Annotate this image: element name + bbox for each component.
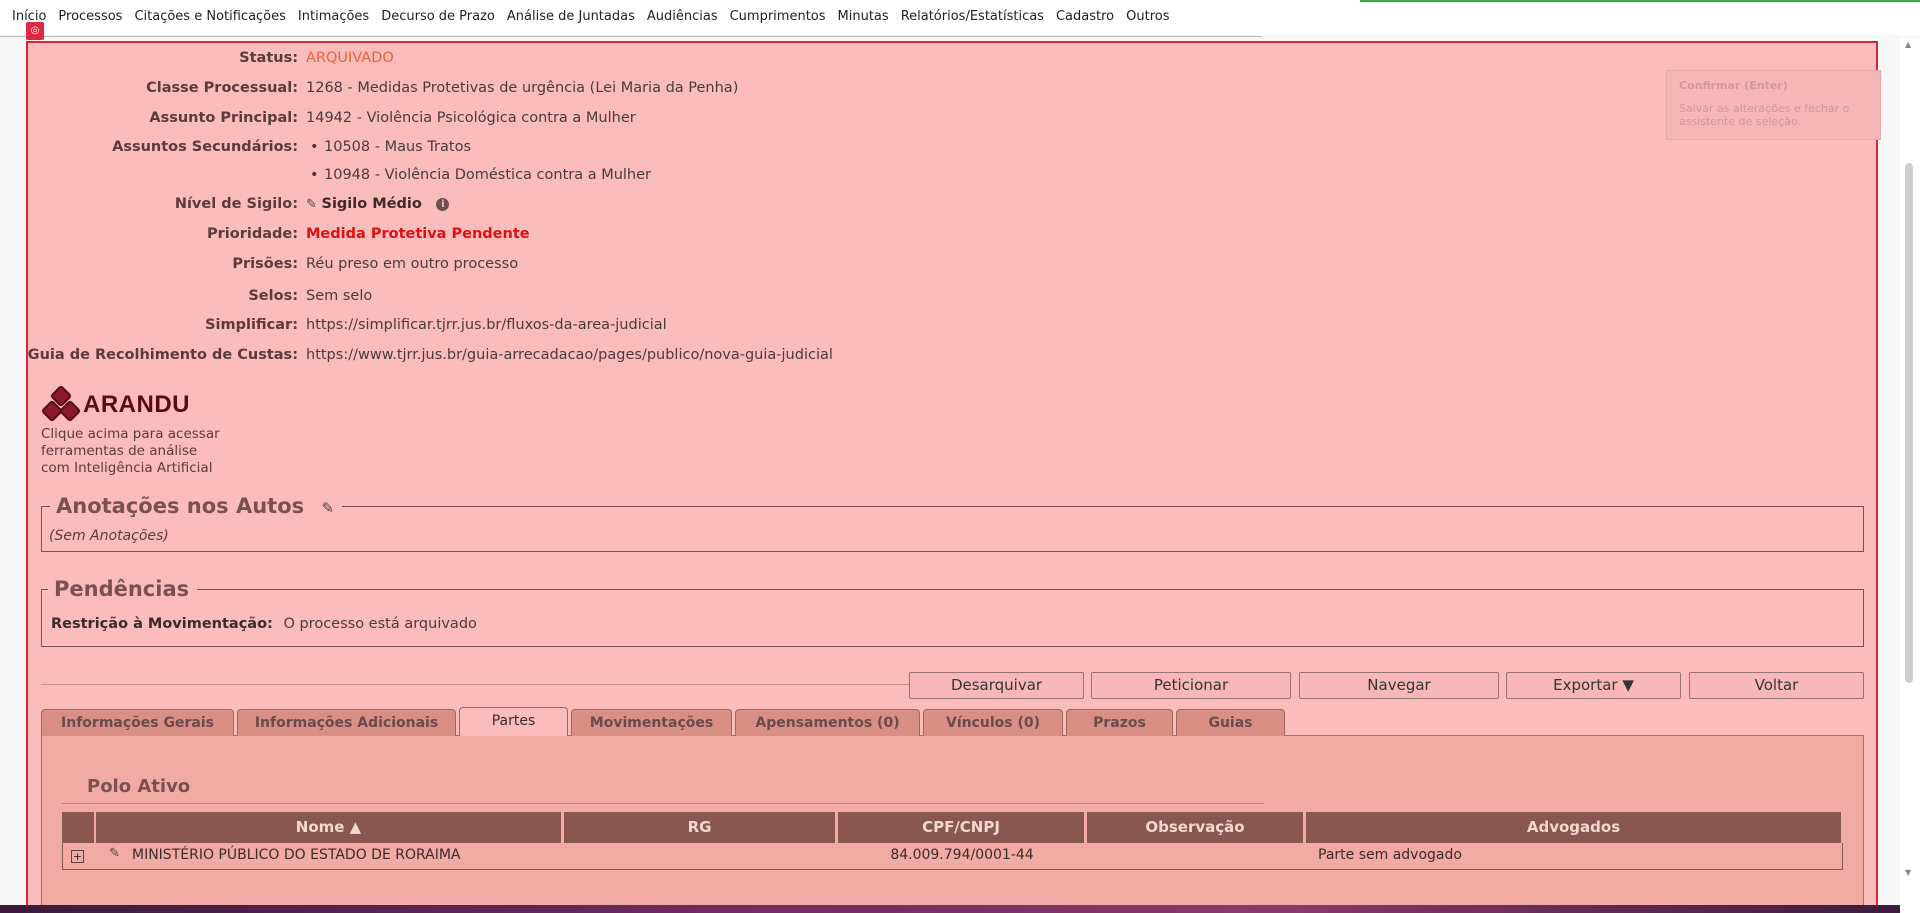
simplificar-label: Simplificar: [205,317,298,333]
simplificar-link[interactable]: https://simplificar.tjrr.jus.br/fluxos-d… [306,317,667,333]
voltar-button[interactable]: Voltar [1689,672,1864,699]
menu-cadastro[interactable]: Cadastro [1050,9,1120,24]
tab-apensamentos[interactable]: Apensamentos (0) [735,709,920,736]
navegar-button[interactable]: Navegar [1299,672,1499,699]
exportar-button[interactable]: Exportar ▼ [1506,672,1681,699]
classe-label: Classe Processual: [146,80,298,96]
sigilo-label: Nível de Sigilo: [174,196,298,212]
vertical-scrollbar[interactable]: ▲ ▼ [1900,38,1920,913]
top-menu-bar: Início Processos Citações e Notificações… [0,0,1920,37]
anotacoes-title: Anotações nos Autos [56,494,305,518]
assunto-label: Assunto Principal: [149,110,298,126]
polo-divider [62,803,1264,804]
edit-pencil-icon[interactable]: ✎ [306,197,317,212]
menu-processos[interactable]: Processos [52,9,128,24]
arandu-caption: Clique acima para acessar ferramentas de… [41,426,220,477]
caption-line: com Inteligência Artificial [41,460,213,476]
arandu-brand: ARANDU [83,391,190,418]
scroll-down-icon[interactable]: ▼ [1905,868,1911,877]
restricao-label: Restrição à Movimentação: [51,616,273,632]
anotacoes-title-wrap: Anotações nos Autos ✎ [50,494,343,518]
menu-analise[interactable]: Análise de Juntadas [501,9,641,24]
guia-label: Guia de Recolhimento de Custas: [27,347,298,363]
sigilo-row: ✎ Sigilo Médio i [306,196,450,212]
party-advogados: Parte sem advogado [1318,847,1462,863]
loading-indicator [1360,0,1920,2]
col-nome[interactable]: Nome ▲ [96,812,561,843]
tab-informacoes-adicionais[interactable]: Informações Adicionais [237,709,456,736]
tab-guias[interactable]: Guias [1176,709,1285,736]
menu-cumprimentos[interactable]: Cumprimentos [724,9,832,24]
status-value: ARQUIVADO [306,50,394,66]
party-cpf: 84.009.794/0001-44 [890,847,1034,863]
guia-link[interactable]: https://www.tjrr.jus.br/guia-arrecadacao… [306,347,833,363]
table-row[interactable]: + ✎ MINISTÉRIO PÚBLICO DO ESTADO DE RORA… [62,843,1843,870]
caption-line: ferramentas de análise [41,443,198,459]
restricao-value: O processo está arquivado [283,616,477,632]
table-corner [62,812,94,843]
col-cpf[interactable]: CPF/CNPJ [838,812,1084,843]
edit-pencil-icon[interactable]: ✎ [321,499,334,517]
menu-decurso[interactable]: Decurso de Prazo [375,9,501,24]
info-icon[interactable]: i [436,197,450,211]
list-item: 10508 - Maus Tratos [306,139,651,167]
col-advogados[interactable]: Advogados [1306,812,1841,843]
main-menu: Início Processos Citações e Notificações… [6,9,1175,24]
pendencias-title: Pendências [48,577,198,601]
target-icon[interactable]: ◎ [26,22,44,40]
hexagon-logo-icon [40,384,82,424]
tab-informacoes-gerais[interactable]: Informações Gerais [41,709,234,736]
edit-pencil-icon[interactable]: ✎ [109,846,120,861]
polo-ativo-title: Polo Ativo [87,776,191,797]
col-rg[interactable]: RG [564,812,835,843]
tab-partes[interactable]: Partes [459,707,568,736]
scroll-up-icon[interactable]: ▲ [1905,40,1911,49]
status-label: Status: [239,50,298,66]
arandu-widget[interactable]: ARANDU Clique acima para acessar ferrame… [40,384,220,477]
party-name: MINISTÉRIO PÚBLICO DO ESTADO DE RORAIMA [132,847,461,863]
prioridade-value: Medida Protetiva Pendente [306,226,530,242]
tab-movimentacoes[interactable]: Movimentações [571,709,732,736]
list-item: 10948 - Violência Doméstica contra a Mul… [306,167,651,195]
menu-minutas[interactable]: Minutas [832,9,895,24]
desarquivar-button[interactable]: Desarquivar [909,672,1084,699]
pendencias-row: Restrição à Movimentação: O processo est… [51,616,477,632]
selos-value: Sem selo [306,288,373,304]
tab-vinculos[interactable]: Vínculos (0) [923,709,1063,736]
menu-outros[interactable]: Outros [1120,9,1175,24]
tab-prazos[interactable]: Prazos [1066,709,1173,736]
action-divider [41,684,909,685]
prisoes-label: Prisões: [232,256,298,272]
prisoes-value: Réu preso em outro processo [306,256,519,272]
menu-relatorios[interactable]: Relatórios/Estatísticas [895,9,1050,24]
scrollbar-thumb[interactable] [1905,163,1913,683]
arandu-logo[interactable]: ARANDU [40,384,220,424]
peticionar-button[interactable]: Peticionar [1091,672,1291,699]
taskbar-strip [0,905,1920,913]
tooltip-title: Confirmar (Enter) [1679,79,1788,92]
caption-line: Clique acima para acessar [41,426,220,442]
anotacoes-empty: (Sem Anotações) [49,528,169,544]
confirm-tooltip: Confirmar (Enter) Salvar as alterações e… [1666,70,1881,140]
selos-label: Selos: [248,288,298,304]
classe-value: 1268 - Medidas Protetivas de urgência (L… [306,80,739,96]
secundarios-list: 10508 - Maus Tratos 10948 - Violência Do… [306,139,651,195]
menu-citacoes[interactable]: Citações e Notificações [128,9,291,24]
menu-intimacoes[interactable]: Intimações [292,9,375,24]
expand-icon[interactable]: + [71,850,84,863]
secundarios-label: Assuntos Secundários: [112,139,298,155]
assunto-value: 14942 - Violência Psicológica contra a M… [306,110,636,126]
prioridade-label: Prioridade: [206,226,298,242]
menu-audiencias[interactable]: Audiências [641,9,724,24]
col-observacao[interactable]: Observação [1087,812,1303,843]
menu-divider [0,36,1262,37]
tooltip-text: Salvar as alterações e fechar o assisten… [1679,102,1850,128]
sigilo-value: Sigilo Médio [321,196,422,212]
